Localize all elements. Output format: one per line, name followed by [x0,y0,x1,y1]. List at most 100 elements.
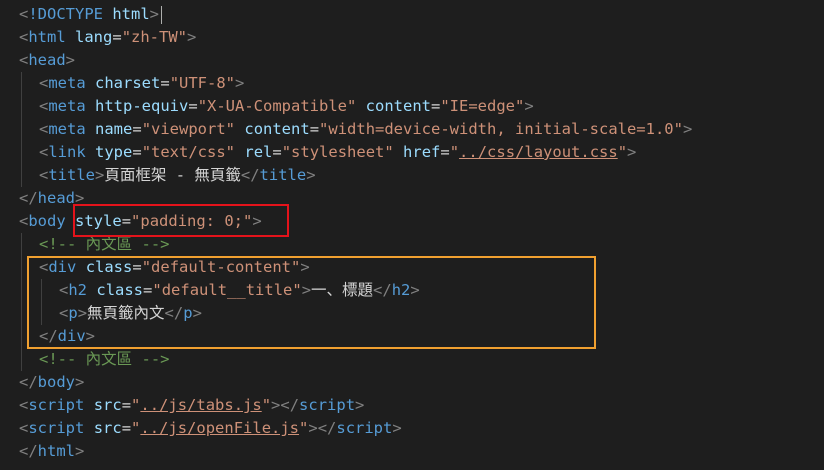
code-token: href [403,143,441,161]
indent-guide [21,118,22,141]
code-text: </html> [19,440,84,463]
code-line[interactable]: <!DOCTYPE html> [0,3,824,26]
code-token: < [19,51,29,69]
code-token: title [48,166,96,184]
code-token: < [19,5,29,23]
code-token: ../js/tabs.js [140,396,262,414]
code-token: " [449,143,460,161]
code-token: "width=device-width, initial-scale=1.0" [319,120,683,138]
code-line[interactable]: </html> [0,440,824,463]
code-token: html [28,28,66,46]
code-token: = [160,74,170,92]
code-text: <head> [19,49,75,72]
indent-guide [21,348,22,371]
code-token: head [37,189,75,207]
code-token: = [112,28,122,46]
code-text: <script src="../js/tabs.js"></script> [19,394,364,417]
code-token: <!-- 內文區 --> [39,235,170,253]
code-token: script [28,396,85,414]
code-token: content [365,97,431,115]
code-token: > [65,51,76,69]
indent-guide [21,95,22,118]
code-text: <meta name="viewport" content="width=dev… [39,118,692,141]
code-token: < [39,166,49,184]
code-token: rel [244,143,273,161]
code-text: </body> [19,371,84,394]
highlight-box-red [73,204,289,237]
code-token: script [336,419,393,437]
code-token: > [235,74,245,92]
code-token: body [37,373,75,391]
code-token: body [28,212,66,230]
code-text: <link type="text/css" rel="stylesheet" h… [39,141,636,164]
code-token: head [28,51,66,69]
code-token: < [39,74,49,92]
code-token: ../js/openFile.js [140,419,300,437]
code-text: <title>頁面框架 - 無頁籤</title> [39,164,316,187]
code-token: < [19,396,29,414]
code-editor[interactable]: <!DOCTYPE html> <html lang="zh-TW"> <head>… [0,0,824,470]
code-token: = [121,419,132,437]
code-line[interactable]: <html lang="zh-TW"> [0,26,824,49]
code-line[interactable]: <link type="text/css" rel="stylesheet" h… [0,141,824,164]
code-token: > [524,97,534,115]
code-text: <!-- 內文區 --> [39,348,170,371]
code-token: > [306,166,316,184]
indent-guide [21,141,22,164]
code-token: name [95,120,133,138]
code-token: !DOCTYPE [28,5,103,23]
code-token: link [48,143,86,161]
code-line[interactable]: <meta charset="UTF-8"> [0,72,824,95]
code-token: ></ [271,396,300,414]
code-line[interactable]: <title>頁面框架 - 無頁籤</title> [0,164,824,187]
code-line[interactable]: </body> [0,371,824,394]
code-token: = [188,97,198,115]
code-token: meta [48,74,86,92]
code-line[interactable]: <script src="../js/openFile.js"></script… [0,417,824,440]
code-token: html [112,5,150,23]
code-token: "zh-TW" [121,28,188,46]
code-token: lang [75,28,113,46]
code-token: < [19,212,29,230]
code-token: > [355,396,365,414]
code-line[interactable]: <meta name="viewport" content="width=dev… [0,118,824,141]
code-token: > [75,373,85,391]
code-token: > [95,166,105,184]
code-token: "stylesheet" [281,143,394,161]
code-token: < [39,97,49,115]
code-text: <meta charset="UTF-8"> [39,72,244,95]
code-token: "IE=edge" [440,97,525,115]
code-token: html [37,442,75,460]
code-token: > [149,5,160,23]
code-line[interactable]: <script src="../js/tabs.js"></script> [0,394,824,417]
code-token: ../css/layout.css [459,143,618,161]
code-token: "UTF-8" [169,74,236,92]
code-token: > [627,143,637,161]
code-token: script [28,419,85,437]
code-text: <meta http-equiv="X-UA-Compatible" conte… [39,95,534,118]
code-line[interactable]: <meta http-equiv="X-UA-Compatible" conte… [0,95,824,118]
code-token: " [261,396,272,414]
code-token: src [93,396,122,414]
code-token: 頁面框架 - 無頁籤 [104,166,241,184]
indent-guide [21,302,22,325]
code-token: = [440,143,450,161]
code-line[interactable]: <head> [0,49,824,72]
code-text: <!DOCTYPE html> [19,3,163,26]
code-token: = [121,396,132,414]
code-token: < [19,419,29,437]
code-token: > [75,442,85,460]
code-token: </ [19,189,38,207]
code-token: = [132,143,142,161]
code-token: = [309,120,320,138]
code-token: title [259,166,307,184]
code-token: src [93,419,122,437]
code-token: http-equiv [95,97,189,115]
code-line[interactable]: <!-- 內文區 --> [0,348,824,371]
